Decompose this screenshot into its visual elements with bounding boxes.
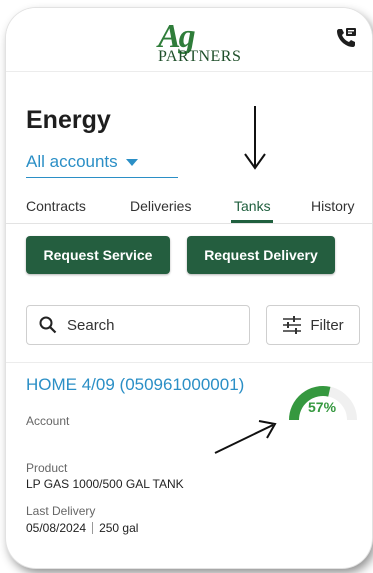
search-label: Search — [67, 316, 115, 334]
search-icon — [39, 316, 57, 334]
active-tab-indicator — [231, 220, 273, 223]
down-arrow-annotation-icon — [244, 106, 266, 170]
phone-frame: Ag PARTNERS Energy All accounts Contract… — [6, 8, 372, 568]
product-value: LP GAS 1000/500 GAL TANK — [26, 477, 184, 491]
last-delivery-amount: 250 gal — [99, 521, 139, 535]
last-delivery-value: 05/08/2024 250 gal — [26, 521, 138, 535]
last-delivery-label: Last Delivery — [26, 504, 96, 518]
tab-history[interactable]: History — [311, 198, 355, 214]
account-selector-underline — [26, 177, 178, 178]
filter-button[interactable]: Filter — [266, 305, 360, 345]
diagonal-arrow-annotation-icon — [214, 420, 277, 454]
search-input[interactable]: Search — [26, 305, 250, 345]
section-divider — [6, 362, 372, 363]
request-service-button[interactable]: Request Service — [26, 236, 170, 274]
caret-down-icon — [125, 158, 138, 166]
phone-support-icon[interactable] — [334, 26, 358, 50]
app-bar: Ag PARTNERS — [6, 8, 372, 72]
value-divider — [92, 522, 94, 534]
tab-contracts[interactable]: Contracts — [26, 198, 86, 214]
logo-partners-text: PARTNERS — [158, 48, 242, 65]
tank-fill-percent: 57% — [308, 399, 337, 415]
request-delivery-button[interactable]: Request Delivery — [187, 236, 335, 274]
account-label: Account — [26, 414, 70, 428]
account-selector-label: All accounts — [26, 152, 118, 171]
filter-sliders-icon — [283, 316, 302, 334]
tab-deliveries[interactable]: Deliveries — [130, 198, 191, 214]
account-selector[interactable]: All accounts — [26, 152, 138, 172]
page-title: Energy — [26, 106, 111, 134]
tab-tanks[interactable]: Tanks — [234, 198, 271, 214]
product-label: Product — [26, 461, 68, 475]
filter-label: Filter — [310, 316, 344, 334]
tab-bar: Contracts Deliveries Tanks History — [6, 188, 372, 224]
last-delivery-date: 05/08/2024 — [26, 521, 87, 535]
tank-card-title[interactable]: HOME 4/09 (050961000001) — [26, 375, 244, 395]
agpartners-logo: Ag PARTNERS — [152, 18, 252, 70]
